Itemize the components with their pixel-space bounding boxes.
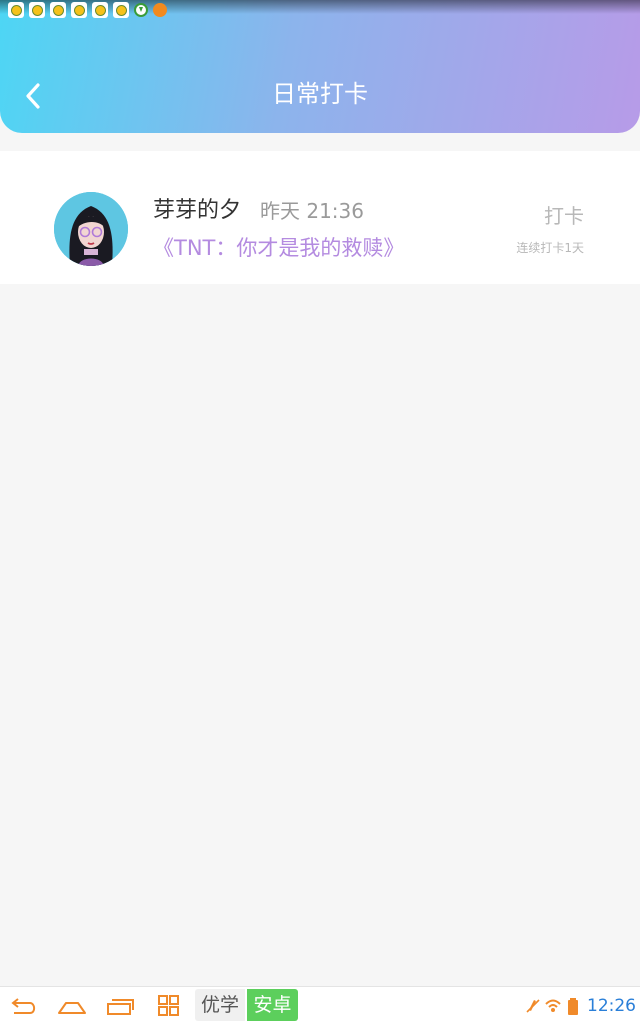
app-notification-icon[interactable] (29, 2, 45, 18)
mute-icon (525, 996, 541, 1016)
checkin-button[interactable]: 打卡 (544, 202, 584, 230)
apps-grid-icon[interactable] (153, 993, 185, 1019)
post-time: 昨天 21:36 (260, 199, 364, 223)
page-title: 日常打卡 (272, 80, 368, 108)
system-nav-bar: 优学 安卓 12:26 (0, 986, 640, 1024)
back-icon[interactable] (8, 993, 40, 1019)
alert-icon[interactable] (153, 3, 167, 17)
home-icon[interactable] (56, 993, 88, 1019)
avatar-image (54, 192, 128, 266)
recent-apps-icon[interactable] (104, 993, 136, 1019)
book-title-link[interactable]: 《TNT：你才是我的救赎》 (153, 233, 404, 263)
app-notification-icon[interactable] (8, 2, 24, 18)
status-bar (0, 0, 640, 20)
battery-icon (565, 996, 581, 1016)
brand-label-right[interactable]: 安卓 (247, 989, 298, 1021)
wifi-icon (545, 996, 561, 1016)
checkin-list-item[interactable]: 芽芽的夕 昨天 21:36 《TNT：你才是我的救赎》 打卡 连续打卡1天 (0, 151, 640, 284)
app-notification-icon[interactable] (113, 2, 129, 18)
app-notification-icon[interactable] (92, 2, 108, 18)
app-notification-icon[interactable] (50, 2, 66, 18)
streak-count: 连续打卡1天 (516, 241, 584, 255)
username[interactable]: 芽芽的夕 (153, 196, 241, 226)
avatar[interactable] (54, 192, 128, 266)
app-notification-icon[interactable] (71, 2, 87, 18)
download-icon[interactable] (134, 3, 148, 17)
checkin-page: 日常打卡 芽芽的夕 昨天 21:36 《TNT：你才是我的救赎》 打卡 连续打卡… (0, 0, 640, 1024)
clock: 12:26 (587, 996, 636, 1016)
brand-label-left[interactable]: 优学 (195, 989, 245, 1021)
system-tray: 12:26 (525, 993, 636, 1019)
